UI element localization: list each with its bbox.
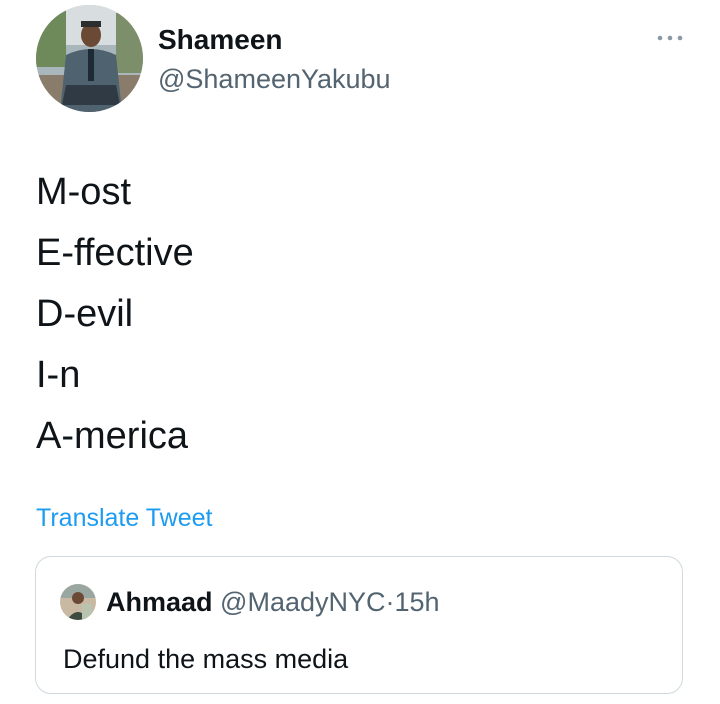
tweet-text: M-ost E-ffective D-evil I-n A-merica: [36, 162, 194, 467]
translate-tweet-link[interactable]: Translate Tweet: [36, 501, 212, 535]
author-display-name[interactable]: Shameen: [158, 22, 283, 58]
more-horizontal-icon[interactable]: [654, 28, 686, 48]
tweet-line: E-ffective: [36, 232, 194, 274]
tweet-line: M-ost: [36, 171, 131, 213]
quoted-author-handle: @MaadyNYC: [220, 587, 386, 617]
quoted-tweet-header: Ahmaad @MaadyNYC·15h: [106, 584, 440, 620]
tweet-line: I-n: [36, 354, 81, 396]
tweet-line: A-merica: [36, 415, 189, 457]
quoted-author-avatar[interactable]: [60, 584, 96, 620]
tweet-line: D-evil: [36, 293, 134, 335]
quoted-tweet-time: 15h: [394, 587, 440, 617]
quoted-author-name: Ahmaad: [106, 587, 213, 617]
quoted-tweet-card[interactable]: Ahmaad @MaadyNYC·15h Defund the mass med…: [35, 556, 683, 694]
separator-dot: ·: [385, 587, 395, 617]
author-avatar[interactable]: [36, 5, 143, 112]
quoted-tweet-text: Defund the mass media: [63, 644, 349, 674]
author-handle[interactable]: @ShameenYakubu: [158, 61, 391, 97]
